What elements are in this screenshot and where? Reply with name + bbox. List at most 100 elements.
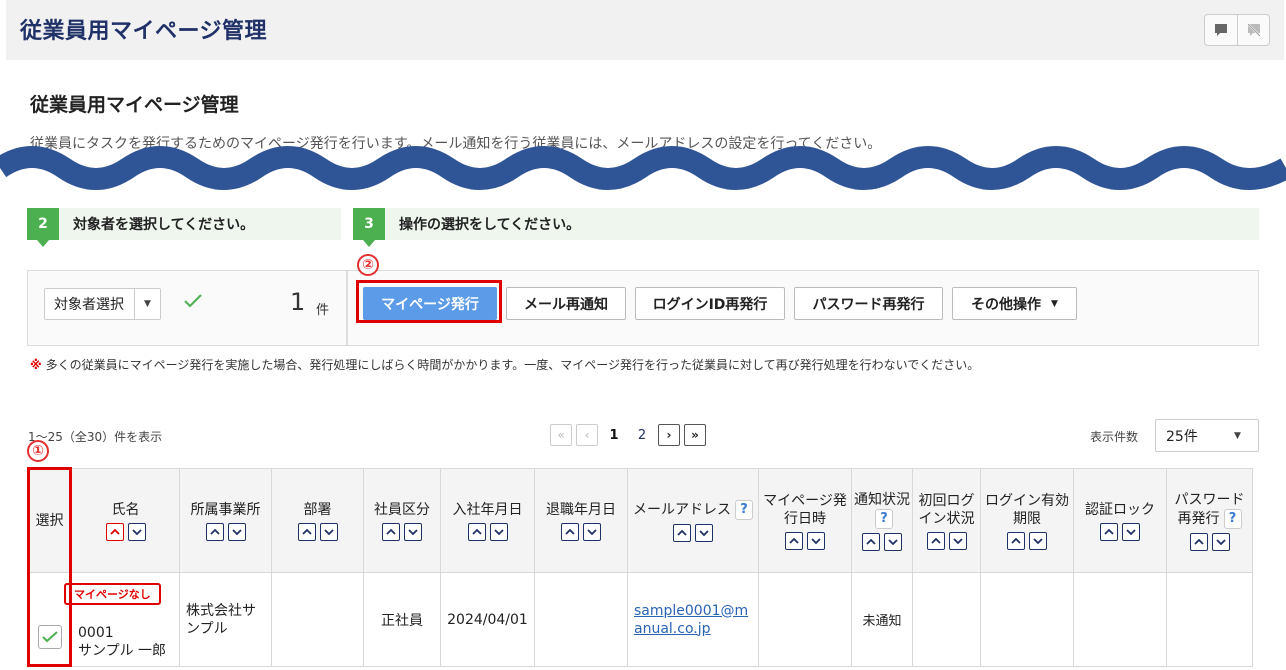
col-office: 所属事業所 xyxy=(179,468,272,573)
page-1[interactable]: 1 xyxy=(602,428,626,443)
sort-desc-icon[interactable] xyxy=(1211,532,1230,551)
email-link[interactable]: sample0001@manual.co.jp xyxy=(634,603,748,637)
other-operations-label: その他操作 xyxy=(971,296,1042,313)
sort-asc-icon[interactable] xyxy=(467,522,486,541)
pagination: « ‹ 1 2 › » xyxy=(550,424,706,446)
selected-count-unit: 件 xyxy=(316,303,330,318)
help-icon[interactable]: ? xyxy=(875,508,893,529)
sort-desc-icon[interactable] xyxy=(319,522,338,541)
col-password-reissue: パスワード再発行? xyxy=(1166,468,1253,573)
sort-desc-icon[interactable] xyxy=(948,531,967,550)
col-dept: 部署 xyxy=(271,468,364,573)
issued-at-cell xyxy=(758,572,852,667)
selected-count: 1 xyxy=(290,288,306,316)
sort-asc-icon[interactable] xyxy=(785,531,803,550)
sort-desc-icon[interactable] xyxy=(695,523,713,542)
target-select-label: 対象者選択 xyxy=(54,297,124,313)
employee-type-cell: 正社員 xyxy=(363,572,441,667)
last-page-button[interactable]: » xyxy=(684,424,706,446)
sort-desc-icon[interactable] xyxy=(884,532,902,551)
sort-desc-icon[interactable] xyxy=(404,522,422,541)
annotation-1: ① xyxy=(27,440,49,462)
help-icon[interactable]: ? xyxy=(1223,508,1242,529)
col-email: メールアドレス? xyxy=(627,468,759,573)
auth-lock-cell xyxy=(1073,572,1167,667)
app-header: 従業員用マイページ管理 xyxy=(6,0,1284,60)
sort-asc-icon[interactable] xyxy=(297,522,316,541)
other-operations-button[interactable]: その他操作 ▼ xyxy=(952,287,1077,320)
sort-asc-icon[interactable] xyxy=(561,522,579,541)
sort-desc-icon[interactable] xyxy=(1122,522,1140,541)
sort-asc-icon[interactable] xyxy=(1100,522,1118,541)
col-employee-type: 社員区分 xyxy=(363,468,441,573)
per-page-label: 表示件数 xyxy=(1090,430,1139,444)
reissue-password-button[interactable]: パスワード再発行 xyxy=(794,287,943,320)
header-actions xyxy=(1204,14,1270,46)
step-3-banner: 3 操作の選択をしてください。 xyxy=(353,208,1259,247)
employee-table: 選択 氏名 所属事業所 部署 社員区分 入社年月日 退職年月日 メールアドレス?… xyxy=(27,468,1253,667)
selection-panel: 対象者選択 ▼ 1 件 xyxy=(27,270,347,346)
join-date-cell: 2024/04/01 xyxy=(440,572,535,667)
sort-desc-icon[interactable] xyxy=(227,522,246,541)
annotation-2: ② xyxy=(357,254,379,276)
col-auth-lock: 認証ロック xyxy=(1073,468,1167,573)
sort-asc-icon[interactable] xyxy=(926,531,945,550)
employee-name: サンプル 一郎 xyxy=(78,642,167,659)
name-cell: マイページなし 0001 サンプル 一郎 xyxy=(64,572,180,667)
col-login-expiry: ログイン有効期限 xyxy=(980,468,1074,573)
target-select[interactable]: 対象者選択 ▼ xyxy=(44,288,161,320)
col-notify-status: 通知状況? xyxy=(851,468,913,573)
table-row[interactable]: マイページなし 0001 サンプル 一郎 株式会社サンプル 正社員 2024/0… xyxy=(27,572,1253,667)
notify-cell: 未通知 xyxy=(851,572,913,667)
table-header-row: 選択 氏名 所属事業所 部署 社員区分 入社年月日 退職年月日 メールアドレス?… xyxy=(27,468,1253,573)
col-name: 氏名 xyxy=(71,468,180,573)
col-first-login: 初回ログイン状況 xyxy=(912,468,981,573)
per-page-value: 25件 xyxy=(1166,428,1198,445)
step-label: 対象者を選択してください。 xyxy=(73,217,255,233)
prev-page-button[interactable]: ‹ xyxy=(576,424,598,446)
reissue-login-id-button[interactable]: ログインID再発行 xyxy=(635,287,785,320)
step-number: 3 xyxy=(353,208,385,247)
password-reissue-cell xyxy=(1166,572,1253,667)
help-icon[interactable]: ? xyxy=(735,499,753,520)
sort-asc-icon[interactable] xyxy=(105,522,124,541)
step-2-banner: 2 対象者を選択してください。 xyxy=(27,208,341,247)
page-title: 従業員用マイページ管理 xyxy=(30,94,239,116)
email-cell: sample0001@manual.co.jp xyxy=(627,572,759,667)
annotation-frame-2 xyxy=(356,280,502,323)
first-login-cell xyxy=(912,572,981,667)
sort-asc-icon[interactable] xyxy=(673,523,691,542)
sort-desc-icon[interactable] xyxy=(807,531,825,550)
per-page-select[interactable]: 25件 ▼ xyxy=(1155,419,1259,452)
sort-asc-icon[interactable] xyxy=(205,522,224,541)
sort-desc-icon[interactable] xyxy=(1029,531,1047,550)
sort-asc-icon[interactable] xyxy=(382,522,400,541)
annotation-frame-1 xyxy=(27,467,72,667)
note-mark: ※ xyxy=(30,358,42,372)
warning-note: ※ 多くの従業員にマイページ発行を実施した場合、発行処理にしばらく時間がかかります… xyxy=(30,356,979,373)
step-label: 操作の選択をしてください。 xyxy=(399,217,581,233)
chevron-down-icon: ▼ xyxy=(1234,430,1241,441)
resend-mail-button[interactable]: メール再通知 xyxy=(506,287,626,320)
comment-icon[interactable] xyxy=(1205,15,1237,45)
page-2[interactable]: 2 xyxy=(630,428,654,443)
sort-desc-icon[interactable] xyxy=(127,522,146,541)
col-leave-date: 退職年月日 xyxy=(534,468,628,573)
employee-code: 0001 xyxy=(78,624,114,641)
sort-desc-icon[interactable] xyxy=(583,522,601,541)
first-page-button[interactable]: « xyxy=(550,424,572,446)
dept-cell xyxy=(271,572,364,667)
next-page-button[interactable]: › xyxy=(658,424,680,446)
sort-desc-icon[interactable] xyxy=(489,522,508,541)
step-number: 2 xyxy=(27,208,59,247)
comment-off-icon[interactable] xyxy=(1237,15,1269,45)
sort-asc-icon[interactable] xyxy=(862,532,880,551)
caret-down-icon: ▼ xyxy=(1051,298,1058,309)
app-title: 従業員用マイページ管理 xyxy=(20,19,268,44)
chevron-down-icon: ▼ xyxy=(134,289,160,319)
no-mypage-badge: マイページなし xyxy=(64,583,161,605)
sort-asc-icon[interactable] xyxy=(1189,532,1208,551)
result-range: 1～25（全30）件を表示 xyxy=(28,430,163,444)
sort-asc-icon[interactable] xyxy=(1007,531,1025,550)
note-text: 多くの従業員にマイページ発行を実施した場合、発行処理にしばらく時間がかかります。… xyxy=(45,358,980,372)
